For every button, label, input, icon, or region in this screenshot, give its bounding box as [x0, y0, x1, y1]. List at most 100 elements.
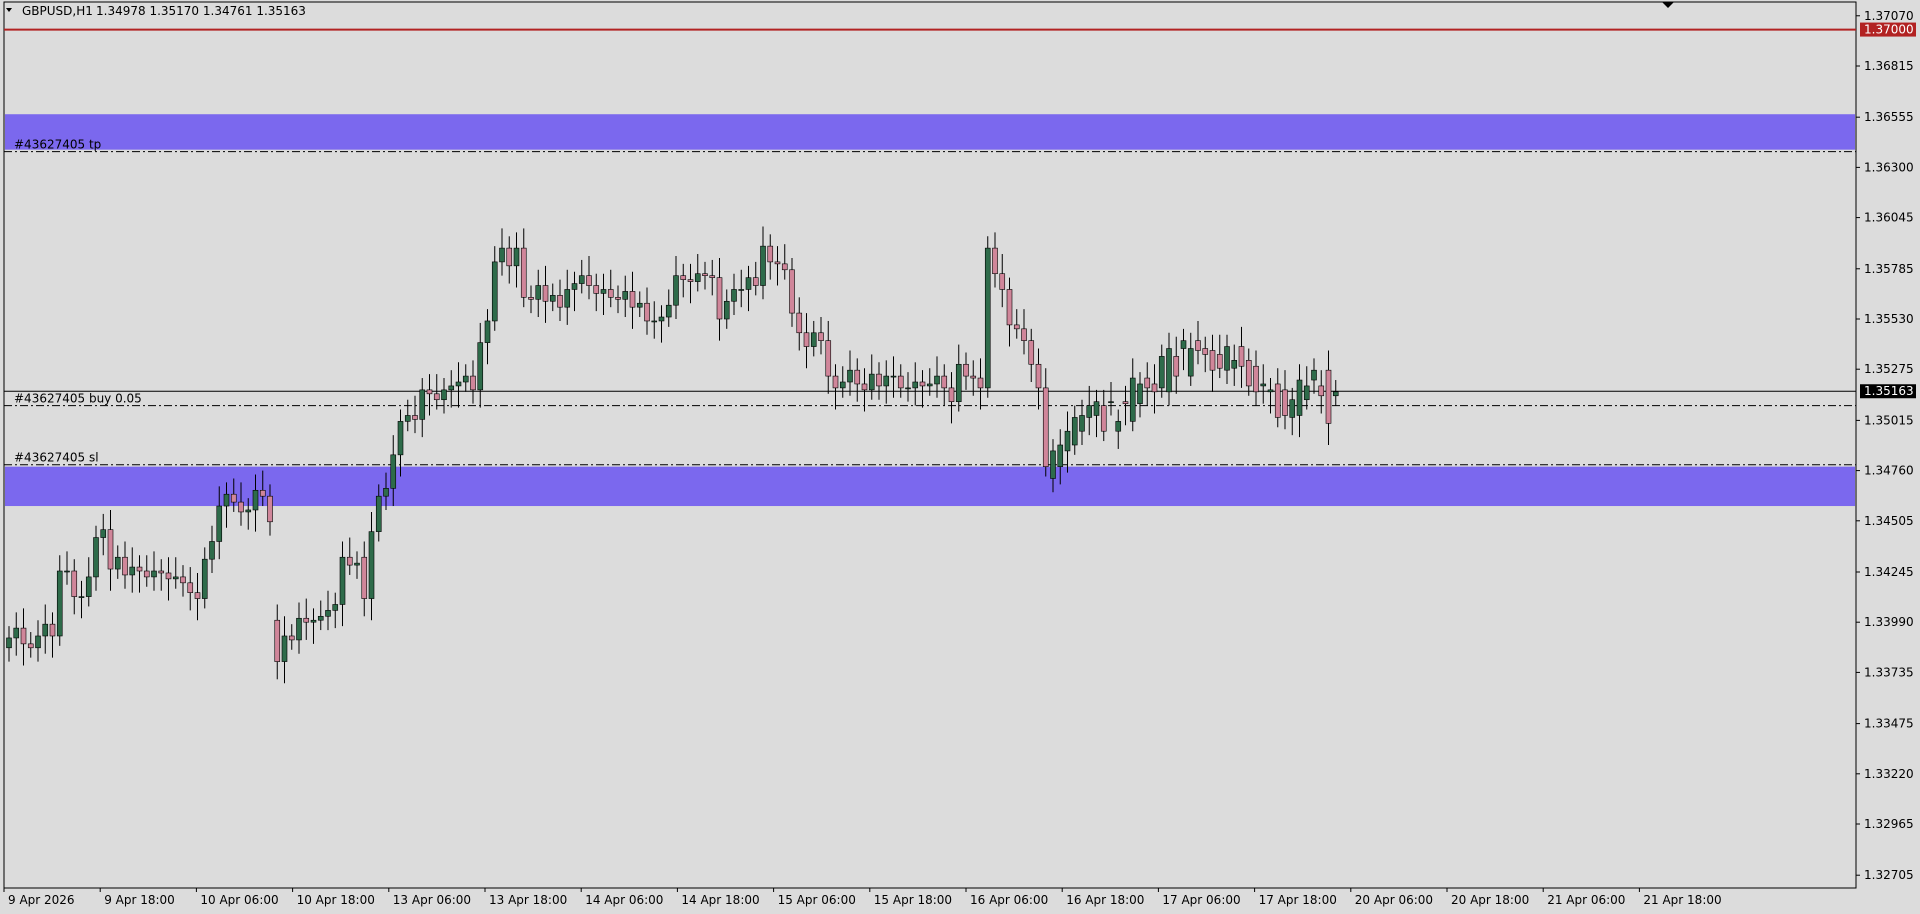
candle-body	[803, 332, 810, 347]
candle-body	[267, 495, 273, 523]
candle-body	[107, 529, 114, 570]
candle	[78, 580, 85, 619]
candle	[71, 559, 78, 615]
candle	[948, 372, 955, 424]
candle-body	[825, 340, 832, 377]
candle	[803, 313, 810, 369]
candle-body	[35, 635, 41, 649]
candle	[810, 320, 817, 357]
candle-body	[129, 566, 136, 576]
price-tick-label: 1.35530	[1864, 312, 1914, 326]
price-tick-label: 1.34505	[1864, 514, 1914, 528]
candle	[1282, 370, 1288, 430]
candle	[1245, 348, 1252, 396]
candle-body	[992, 247, 998, 275]
candle-body	[49, 623, 56, 637]
candle-body	[644, 302, 650, 322]
resistance-price-label: 1.37000	[1864, 23, 1914, 37]
candle	[774, 246, 781, 286]
candle-body	[868, 373, 875, 391]
candle	[680, 263, 687, 298]
candle	[1137, 372, 1143, 418]
candle	[1079, 399, 1085, 445]
candle	[984, 236, 991, 398]
candle-body	[56, 570, 63, 637]
candle-body	[1311, 369, 1317, 381]
candle-body	[578, 275, 585, 284]
candle	[1180, 328, 1187, 371]
candle-body	[1122, 401, 1129, 404]
candle	[1187, 332, 1194, 386]
candle-body	[6, 637, 12, 649]
candle	[1195, 320, 1201, 365]
candle-body	[549, 295, 556, 302]
candle-body	[1057, 444, 1064, 467]
chart-window[interactable]: #43627405 tp #43627405 buy 0.05 #43627405 …	[0, 0, 1920, 914]
candle	[818, 317, 824, 355]
candle-body	[1050, 450, 1056, 479]
candle-body	[1245, 360, 1252, 387]
candle	[136, 555, 143, 593]
candle-body	[1035, 363, 1042, 389]
candle	[354, 551, 360, 579]
candle	[129, 547, 136, 593]
candle	[832, 364, 839, 410]
time-tick-label: 10 Apr 18:00	[297, 893, 375, 907]
candle	[470, 360, 476, 404]
candle	[288, 624, 295, 650]
candle-body	[64, 570, 70, 573]
candle-body	[658, 316, 665, 322]
candle	[419, 378, 426, 438]
candle-body	[209, 541, 215, 560]
candle	[165, 557, 172, 601]
time-tick-label: 15 Apr 18:00	[874, 893, 952, 907]
candle-body	[448, 385, 455, 391]
candle-body	[390, 454, 397, 489]
candle	[839, 366, 846, 398]
candle-body	[1173, 356, 1180, 377]
time-tick-label: 16 Apr 18:00	[1066, 893, 1144, 907]
candle-body	[325, 610, 331, 617]
candle-body	[1209, 350, 1216, 371]
time-tick-label: 20 Apr 18:00	[1451, 893, 1529, 907]
candle	[789, 257, 795, 327]
candle-body	[1144, 377, 1151, 389]
candle-body	[1267, 389, 1274, 393]
candle-body	[731, 289, 737, 302]
shift-marker-icon[interactable]	[1662, 2, 1674, 8]
candle-body	[861, 383, 868, 391]
time-tick-label: 9 Apr 18:00	[104, 893, 175, 907]
candle-body	[78, 596, 85, 598]
time-tick-label: 17 Apr 06:00	[1162, 893, 1240, 907]
candle-body	[847, 369, 853, 383]
candle-body	[629, 291, 636, 308]
candle-body	[513, 247, 520, 267]
candle-body	[230, 493, 237, 503]
candle	[64, 551, 70, 585]
candle	[1173, 336, 1180, 394]
candle-body	[934, 375, 940, 385]
candle-body	[774, 261, 781, 265]
candle	[455, 362, 462, 408]
candle	[883, 360, 890, 404]
candle-body	[1180, 340, 1187, 349]
candle	[346, 537, 353, 575]
candle	[484, 309, 491, 365]
candle-body	[564, 289, 571, 308]
candle	[963, 352, 969, 390]
candle	[977, 358, 984, 410]
candle	[745, 265, 752, 312]
chart-menu-arrow-icon[interactable]	[6, 8, 12, 12]
candle-body	[883, 375, 890, 387]
candle-body	[361, 556, 368, 599]
price-tick-label: 1.34760	[1864, 464, 1914, 478]
price-tick-label: 1.33735	[1864, 665, 1914, 679]
price-chart[interactable]: #43627405 tp #43627405 buy 0.05 #43627405 …	[0, 0, 1920, 914]
candle-body	[600, 289, 607, 294]
candle	[499, 228, 505, 276]
candle	[564, 269, 571, 325]
candle	[1028, 328, 1035, 382]
candle-body	[1108, 401, 1114, 403]
candle-body	[252, 489, 259, 511]
candle	[1129, 358, 1136, 432]
